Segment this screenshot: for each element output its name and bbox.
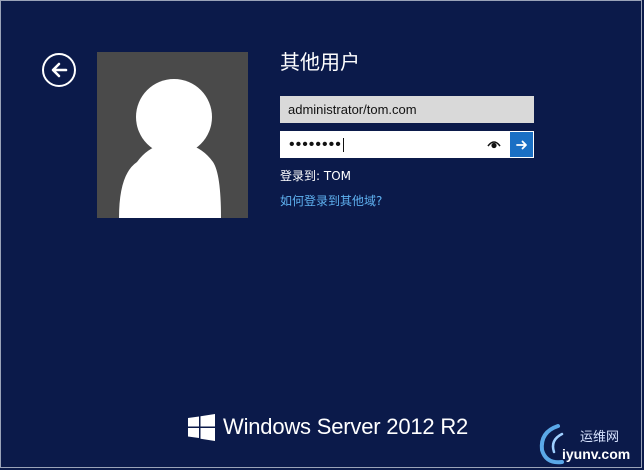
product-branding: Windows Server 2012 R2	[188, 412, 468, 442]
watermark-title: 运维网	[580, 430, 620, 445]
submit-button[interactable]	[509, 131, 534, 158]
password-field[interactable]: ••••••••	[280, 131, 534, 158]
domain-name: TOM	[323, 169, 351, 183]
user-silhouette-icon	[119, 79, 221, 218]
username-field[interactable]: administrator/tom.com	[280, 96, 534, 123]
page-title: 其他用户	[280, 50, 360, 74]
site-watermark: 运维网 iyunv.com	[536, 420, 642, 468]
arrow-right-icon	[515, 140, 527, 149]
product-name: Windows Server 2012 R2	[223, 414, 469, 439]
user-avatar	[97, 52, 248, 218]
eye-icon[interactable]	[487, 139, 501, 149]
windows-logo-icon	[188, 413, 215, 441]
back-button[interactable]	[42, 53, 76, 87]
back-arrow-icon	[51, 62, 68, 78]
product-version: 2012 R2	[386, 414, 469, 439]
password-mask: ••••••••	[289, 136, 344, 153]
sign-in-domain: 登录到: TOM	[280, 167, 351, 184]
domain-prefix: 登录到:	[280, 169, 324, 183]
text-caret	[342, 137, 344, 152]
watermark-url: iyunv.com	[562, 446, 631, 462]
other-domain-link[interactable]: 如何登录到其他域?	[280, 192, 382, 209]
